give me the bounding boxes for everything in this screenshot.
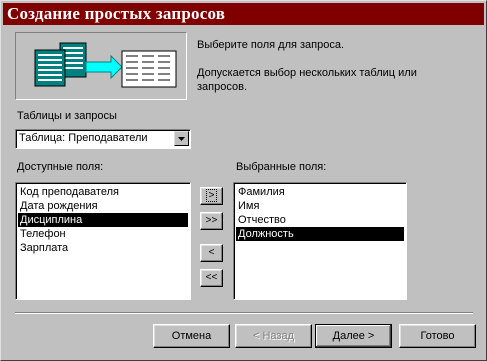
available-fields-list[interactable]: Код преподавателя Дата рождения Дисципли… [15,182,191,300]
title-bar: Создание простых запросов [3,3,484,25]
divider [15,312,473,314]
tables-combobox[interactable]: Таблица: Преподаватели [15,129,191,149]
list-item[interactable]: Отчество [236,213,404,227]
add-field-button[interactable]: > [200,187,223,205]
list-item[interactable]: Код преподавателя [18,185,188,199]
intro-line-2: Допускается выбор нескольких таблиц или [197,67,417,79]
list-item[interactable]: Фамилия [236,185,404,199]
chevron-down-icon [178,137,185,141]
wizard-window: Создание простых запросов Выберите поля … [0,0,487,361]
chosen-fields-list[interactable]: Фамилия Имя Отчество Должность [233,182,407,300]
add-all-fields-button[interactable]: >> [200,212,223,230]
remove-all-fields-button[interactable]: << [200,269,223,287]
tables-label: Таблицы и запросы [17,110,117,122]
intro-line-3: запросов. [197,81,247,93]
list-item-selected[interactable]: Дисциплина [18,213,188,227]
list-item[interactable]: Телефон [18,227,188,241]
back-button[interactable]: < Назад [235,324,312,348]
tables-selected-value: Таблица: Преподаватели [19,132,148,144]
query-tables-illustration [15,32,187,100]
window-title: Создание простых запросов [7,4,226,23]
intro-line-1: Выберите поля для запроса. [197,39,345,51]
chosen-fields-label: Выбранные поля: [236,161,327,173]
available-fields-label: Доступные поля: [17,161,104,173]
finish-button[interactable]: Готово [399,324,476,348]
remove-field-button[interactable]: < [200,244,223,262]
dropdown-button[interactable] [174,131,189,146]
list-item[interactable]: Зарплата [18,241,188,255]
list-item[interactable]: Дата рождения [18,199,188,213]
cancel-button[interactable]: Отмена [153,324,230,348]
list-item-selected[interactable]: Должность [236,227,404,241]
next-button[interactable]: Далее > [315,324,392,348]
list-item[interactable]: Имя [236,199,404,213]
